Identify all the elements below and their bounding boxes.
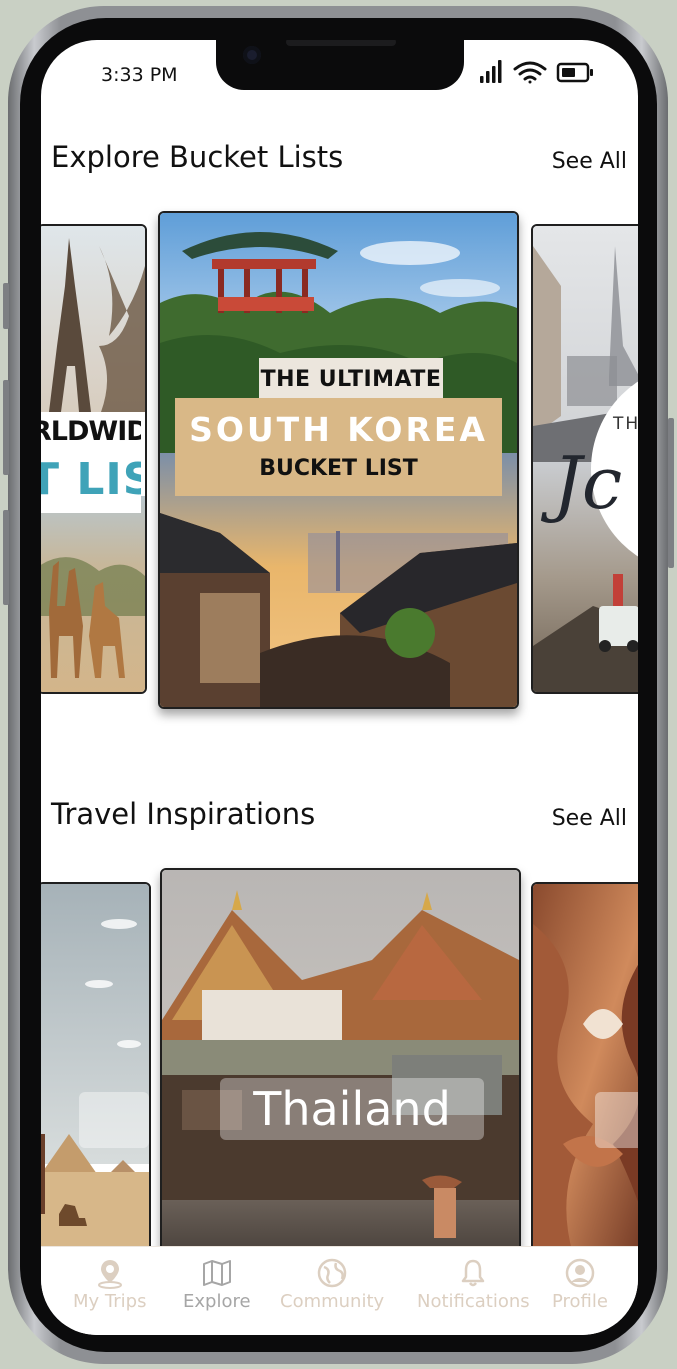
see-all-inspirations-button[interactable]: See All <box>552 806 627 831</box>
status-time: 3:33 PM <box>101 64 178 86</box>
bucket-card-south-korea-title: SOUTH KOREA <box>189 410 488 449</box>
power-button <box>668 418 674 568</box>
inspiration-card-egypt-label <box>79 1092 149 1148</box>
notch <box>216 40 464 90</box>
nav-label-notifications: Notifications <box>417 1291 530 1312</box>
bucket-card-iceland-script: Jc <box>553 441 623 525</box>
app-screen: 3:33 PM Explore Bucket Lists See All LDW… <box>41 40 638 1335</box>
nav-item-profile[interactable]: Profile <box>552 1257 608 1312</box>
bucket-card-iceland[interactable]: TH Jc <box>531 224 638 694</box>
section-title-inspirations: Travel Inspirations <box>51 797 316 831</box>
bucket-card-worldwide[interactable]: RLDWIDE T LIST <box>41 224 147 694</box>
see-all-bucket-lists-button[interactable]: See All <box>552 149 627 174</box>
nav-item-my-trips[interactable]: My Trips <box>73 1257 146 1312</box>
globe-icon <box>317 1258 347 1288</box>
nav-item-explore[interactable]: Explore <box>183 1257 251 1312</box>
inspiration-card-thailand-label: Thailand <box>220 1078 484 1140</box>
nav-label-explore: Explore <box>183 1291 251 1312</box>
nav-item-notifications[interactable]: Notifications <box>417 1257 530 1312</box>
nav-label-profile: Profile <box>552 1291 608 1312</box>
map-icon <box>202 1260 231 1286</box>
bucket-card-south-korea-top: THE ULTIMATE <box>259 358 443 400</box>
bucket-card-worldwide-line2: T LIST <box>41 454 141 513</box>
nav-label-my-trips: My Trips <box>73 1291 147 1312</box>
bell-icon <box>462 1259 485 1287</box>
status-icons <box>478 58 598 88</box>
volume-up-button <box>3 380 9 475</box>
silent-switch <box>3 283 9 329</box>
inspiration-card-egypt[interactable] <box>41 882 151 1256</box>
inspiration-card-canyon[interactable] <box>531 882 638 1256</box>
speaker <box>286 40 396 46</box>
bucket-card-worldwide-line1: RLDWIDE <box>41 412 141 451</box>
nav-item-community[interactable]: Community <box>280 1257 384 1312</box>
wifi-icon <box>513 61 547 84</box>
signal-icon <box>480 60 502 83</box>
profile-icon <box>565 1258 595 1288</box>
bottom-nav: My Trips Explore Community Notifications… <box>41 1246 638 1335</box>
inspiration-card-canyon-label <box>595 1092 638 1148</box>
section-title-bucket-lists: Explore Bucket Lists <box>51 140 344 174</box>
map-pin-icon <box>97 1260 122 1289</box>
inspiration-card-thailand[interactable]: Thailand <box>160 868 521 1256</box>
volume-down-button <box>3 510 9 605</box>
bucket-card-iceland-line1: TH <box>613 414 638 434</box>
bucket-card-south-korea[interactable]: THE ULTIMATE SOUTH KOREA BUCKET LIST <box>158 211 519 709</box>
front-camera <box>243 46 261 64</box>
bucket-card-south-korea-subtitle: BUCKET LIST <box>259 456 418 481</box>
bucket-card-south-korea-banner: SOUTH KOREA BUCKET LIST <box>175 398 502 496</box>
battery-icon <box>556 62 593 83</box>
nav-label-community: Community <box>280 1291 385 1312</box>
